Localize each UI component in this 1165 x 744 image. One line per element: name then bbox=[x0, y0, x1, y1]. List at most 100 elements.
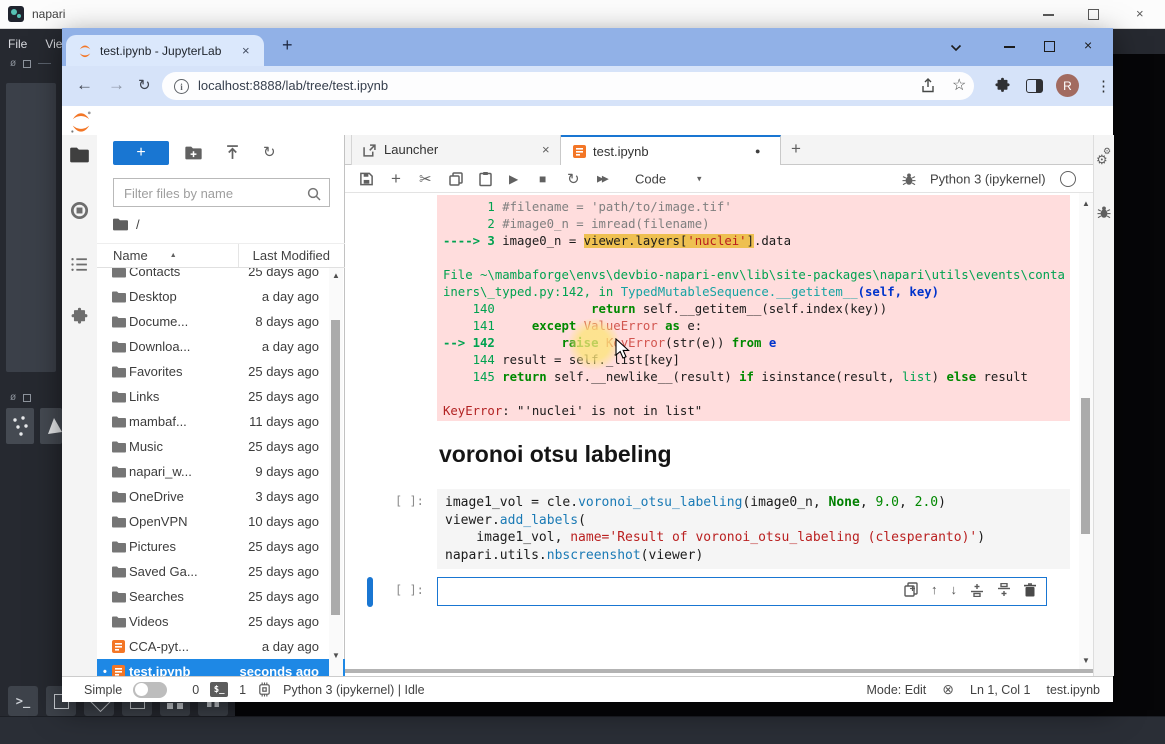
forward-icon[interactable]: → bbox=[108, 75, 125, 95]
simple-mode-toggle[interactable] bbox=[133, 682, 167, 698]
tab-notebook[interactable]: test.ipynb ● bbox=[561, 135, 781, 165]
move-cell-down-icon[interactable]: ↓ bbox=[951, 582, 958, 597]
insert-cell-above-icon[interactable] bbox=[970, 583, 984, 597]
scroll-up-icon[interactable]: ▲ bbox=[332, 271, 340, 280]
property-inspector-gears-icon[interactable]: ⚙ ⚙ bbox=[1096, 147, 1111, 165]
copy-cells-icon[interactable] bbox=[449, 172, 463, 186]
file-row[interactable]: OneDrive 3 days ago bbox=[97, 484, 345, 509]
run-cell-icon[interactable]: ▶ bbox=[509, 172, 518, 186]
tab-close-icon[interactable]: × bbox=[542, 142, 550, 157]
home-folder-icon[interactable] bbox=[113, 218, 128, 231]
file-row[interactable]: Desktop a day ago bbox=[97, 284, 345, 309]
file-row[interactable]: Links 25 days ago bbox=[97, 384, 345, 409]
file-row[interactable]: Saved Ga... 25 days ago bbox=[97, 559, 345, 584]
extension-manager-icon[interactable] bbox=[70, 307, 89, 326]
profile-avatar[interactable]: R bbox=[1056, 74, 1079, 97]
scrollbar-thumb[interactable] bbox=[1081, 398, 1090, 534]
unsaved-dot-icon[interactable]: ● bbox=[755, 146, 760, 156]
cursor-position[interactable]: Ln 1, Col 1 bbox=[970, 683, 1030, 697]
file-row[interactable]: Contacts 25 days ago bbox=[97, 268, 345, 284]
cell-type-dropdown[interactable]: Code bbox=[635, 171, 666, 186]
file-browser-icon[interactable] bbox=[70, 147, 89, 163]
napari-menu-view[interactable]: Vie bbox=[45, 37, 62, 51]
browser-maximize-button[interactable] bbox=[1044, 41, 1055, 52]
paste-cells-icon[interactable] bbox=[479, 171, 492, 186]
file-row[interactable]: mambaf... 11 days ago bbox=[97, 409, 345, 434]
filter-files-input[interactable] bbox=[122, 185, 306, 202]
sort-arrow-icon[interactable]: ▲ bbox=[170, 252, 177, 259]
debugger-bug-icon[interactable] bbox=[902, 172, 916, 186]
kernel-status-text[interactable]: Python 3 (ipykernel) | Idle bbox=[283, 683, 425, 697]
insert-cell-below-icon[interactable] bbox=[997, 583, 1011, 597]
side-panel-icon[interactable] bbox=[1026, 79, 1043, 93]
running-kernels-icon[interactable] bbox=[70, 201, 89, 220]
file-row[interactable]: Music 25 days ago bbox=[97, 434, 345, 459]
active-cell-indicator[interactable] bbox=[367, 577, 373, 607]
file-row[interactable]: CCA-pyt... a day ago bbox=[97, 634, 345, 659]
site-info-icon[interactable]: i bbox=[174, 79, 189, 94]
interrupt-kernel-icon[interactable]: ■ bbox=[539, 172, 546, 186]
back-icon[interactable]: ← bbox=[76, 75, 93, 95]
move-cell-up-icon[interactable]: ↑ bbox=[931, 582, 938, 597]
browser-close-button[interactable]: × bbox=[1084, 39, 1092, 52]
file-row[interactable]: Videos 25 days ago bbox=[97, 609, 345, 634]
file-row[interactable]: Favorites 25 days ago bbox=[97, 359, 345, 384]
browser-minimize-button[interactable] bbox=[1004, 46, 1015, 48]
delete-cell-trash-icon[interactable] bbox=[1024, 583, 1036, 597]
new-launcher-button[interactable]: + bbox=[113, 141, 169, 165]
browser-tab[interactable]: test.ipynb - JupyterLab × bbox=[66, 35, 264, 66]
new-tab-button[interactable]: + bbox=[282, 35, 293, 56]
file-row[interactable]: Searches 25 days ago bbox=[97, 584, 345, 609]
file-list-scrollbar[interactable]: ▲ ▼ bbox=[329, 268, 343, 676]
file-row[interactable]: napari_w... 9 days ago bbox=[97, 459, 345, 484]
scroll-down-icon[interactable]: ▼ bbox=[1082, 656, 1090, 665]
trust-shield-icon[interactable]: ⊗ bbox=[942, 681, 954, 698]
new-folder-icon[interactable] bbox=[185, 146, 202, 160]
markdown-heading[interactable]: voronoi otsu labeling bbox=[439, 441, 672, 468]
code-cell[interactable]: image1_vol = cle.voronoi_otsu_labeling(i… bbox=[437, 489, 1070, 569]
browser-menu-kebab-icon[interactable]: ⋮ bbox=[1096, 77, 1111, 95]
dropdown-caret-icon[interactable]: ▾ bbox=[697, 173, 702, 184]
column-name[interactable]: Name bbox=[113, 248, 148, 263]
kernel-name[interactable]: Python 3 (ipykernel) bbox=[930, 171, 1046, 186]
kernel-status-icon[interactable] bbox=[1060, 171, 1076, 187]
refresh-icon[interactable]: ↻ bbox=[263, 143, 276, 161]
scrollbar-thumb[interactable] bbox=[331, 320, 340, 615]
napari-minimize-button[interactable] bbox=[1043, 14, 1054, 16]
upload-icon[interactable] bbox=[225, 145, 240, 160]
tab-close-icon[interactable]: × bbox=[242, 43, 250, 58]
url-text[interactable]: localhost:8888/lab/tree/test.ipynb bbox=[198, 78, 388, 93]
save-icon[interactable] bbox=[359, 171, 374, 186]
kernel-sessions-icon[interactable] bbox=[257, 682, 272, 697]
mode-indicator[interactable]: Mode: Edit bbox=[867, 683, 927, 697]
napari-menu-file[interactable]: File bbox=[8, 37, 27, 51]
duplicate-cell-icon[interactable] bbox=[904, 582, 918, 597]
restart-run-all-icon[interactable]: ▶▶ bbox=[597, 173, 607, 184]
scroll-up-icon[interactable]: ▲ bbox=[1082, 199, 1090, 208]
restart-kernel-icon[interactable]: ↻ bbox=[567, 170, 580, 188]
napari-maximize-button[interactable] bbox=[1088, 9, 1099, 20]
napari-console-button[interactable]: >_ bbox=[8, 686, 38, 716]
napari-new-shapes-layer-button[interactable] bbox=[40, 408, 62, 444]
napari-new-points-layer-button[interactable] bbox=[6, 408, 34, 444]
reload-icon[interactable]: ↻ bbox=[138, 76, 151, 94]
column-last-modified[interactable]: Last Modified bbox=[238, 244, 330, 267]
tab-search-chevron-icon[interactable] bbox=[950, 44, 962, 52]
insert-cell-icon[interactable]: + bbox=[391, 169, 401, 189]
file-row[interactable]: OpenVPN 10 days ago bbox=[97, 509, 345, 534]
file-row[interactable]: • test.ipynb seconds ago bbox=[97, 659, 345, 676]
bookmark-star-icon[interactable]: ☆ bbox=[952, 75, 966, 95]
scroll-down-icon[interactable]: ▼ bbox=[332, 651, 340, 660]
file-row[interactable]: Downloa... a day ago bbox=[97, 334, 345, 359]
file-row[interactable]: Pictures 25 days ago bbox=[97, 534, 345, 559]
cut-cells-icon[interactable]: ✂ bbox=[419, 170, 432, 188]
add-tab-button[interactable]: + bbox=[791, 139, 801, 159]
notebook-scrollbar[interactable]: ▲ ▼ bbox=[1079, 193, 1093, 669]
napari-close-button[interactable]: × bbox=[1136, 7, 1144, 20]
share-icon[interactable] bbox=[920, 78, 936, 94]
debugger-panel-bug-icon[interactable] bbox=[1097, 205, 1111, 219]
extensions-puzzle-icon[interactable] bbox=[994, 77, 1011, 94]
address-bar[interactable]: i localhost:8888/lab/tree/test.ipynb ☆ bbox=[162, 72, 974, 100]
breadcrumb-root[interactable]: / bbox=[136, 217, 140, 232]
tab-launcher[interactable]: Launcher × bbox=[351, 135, 561, 165]
